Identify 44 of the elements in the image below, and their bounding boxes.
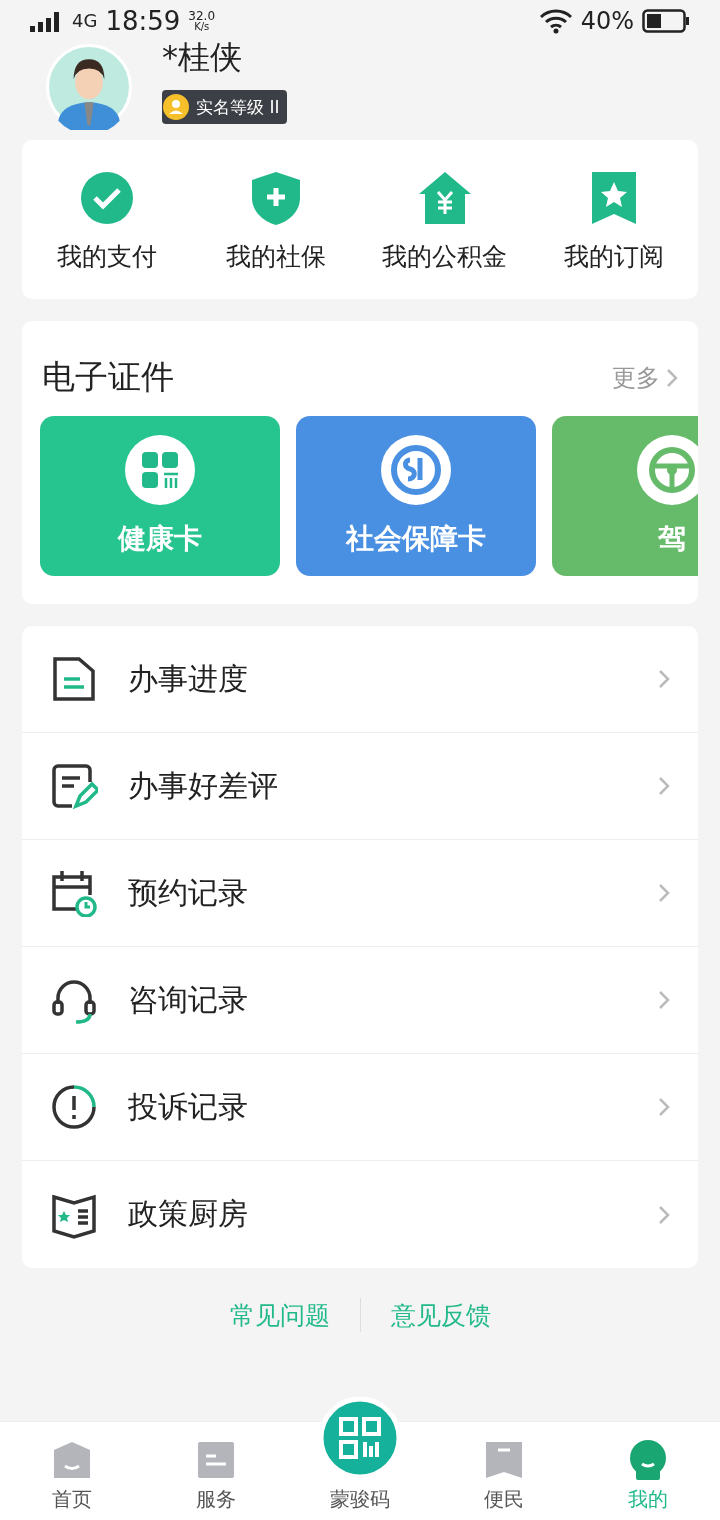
chevron-right-icon — [658, 990, 670, 1010]
quick-action[interactable]: 我的订阅 — [529, 170, 698, 273]
tab[interactable]: 便民 — [484, 1440, 524, 1520]
network-type: 4G — [72, 12, 98, 30]
chevron-right-icon — [658, 669, 670, 689]
battery-icon — [642, 9, 690, 33]
tab[interactable]: 服务 — [196, 1440, 236, 1520]
bookmark-icon — [484, 1440, 524, 1480]
menu-item[interactable]: 政策厨房 — [22, 1161, 698, 1268]
calendar-clock-icon — [50, 869, 98, 917]
social-security-logo-icon — [380, 434, 452, 506]
menu-item[interactable]: 咨询记录 — [22, 947, 698, 1054]
network-speed: 32.0 — [188, 10, 216, 22]
check-icon — [78, 170, 135, 226]
tab[interactable]: 首页 — [52, 1440, 92, 1520]
battery-percent: 40% — [580, 9, 634, 33]
smiley-icon — [628, 1440, 668, 1480]
menu-item[interactable]: 办事好差评 — [22, 733, 698, 840]
menu-item[interactable]: 投诉记录 — [22, 1054, 698, 1161]
wifi-icon — [538, 8, 573, 34]
document-icon — [50, 655, 98, 703]
quick-action[interactable]: 我的社保 — [191, 170, 360, 273]
qr-code-icon — [124, 434, 196, 506]
alert-icon — [50, 1083, 98, 1131]
speed-unit: K/s — [194, 22, 210, 32]
home-icon — [52, 1440, 92, 1480]
section-title: 电子证件 — [42, 356, 174, 398]
note-pencil-icon — [50, 762, 98, 810]
avatar[interactable] — [46, 44, 132, 130]
menu-item[interactable]: 预约记录 — [22, 840, 698, 947]
tab[interactable]: 蒙骏码 — [318, 1396, 402, 1520]
chevron-right-icon — [658, 883, 670, 903]
menu-item[interactable]: 办事进度 — [22, 626, 698, 733]
verification-badge: 实名等级 II — [162, 90, 288, 124]
chevron-right-icon — [658, 776, 670, 796]
clock-time: 18:59 — [105, 8, 181, 34]
service-icon — [196, 1440, 236, 1480]
chevron-right-icon — [658, 1204, 670, 1225]
quick-action[interactable]: 我的公积金 — [360, 170, 529, 273]
chevron-right-icon — [666, 367, 678, 388]
user-name: *桂侠 — [162, 37, 243, 78]
quick-action[interactable]: 我的支付 — [22, 170, 191, 273]
steering-wheel-icon — [636, 434, 698, 506]
chevron-right-icon — [658, 1097, 670, 1117]
